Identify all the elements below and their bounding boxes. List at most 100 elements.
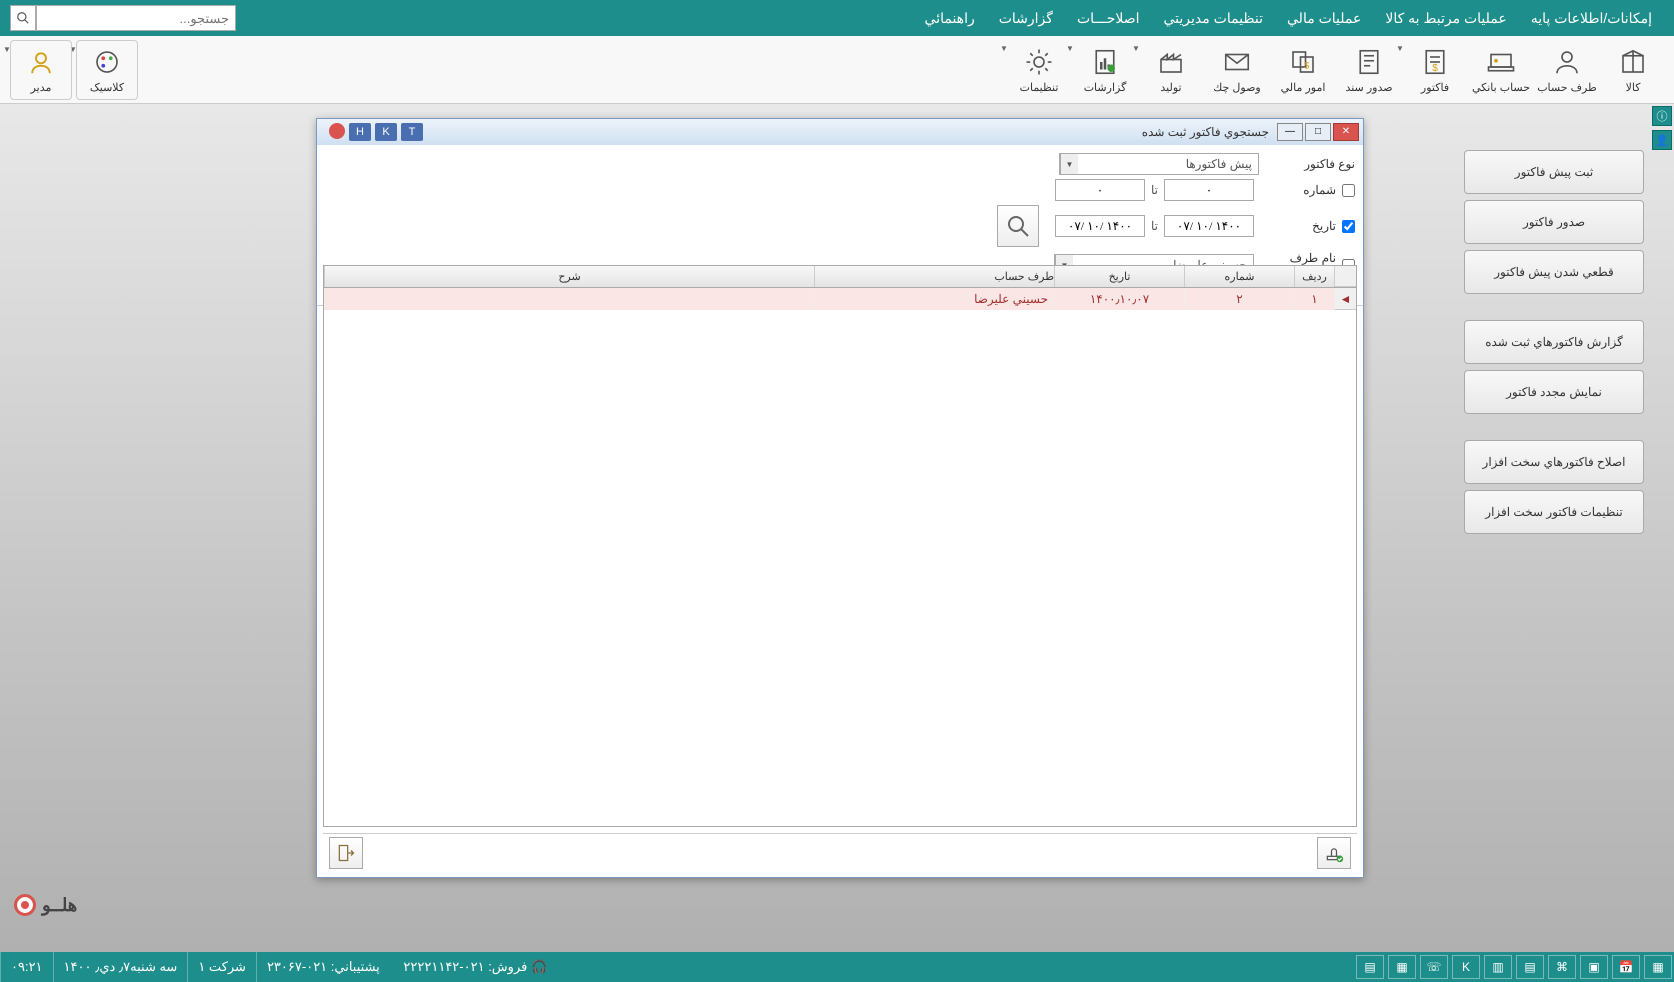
ribbon-report[interactable]: ▼گزارشات [1074,40,1136,100]
status-icons: ▦ 📅 ▣ ⌘ ▤ ▥ K ☏ ▦ ▤ [1354,955,1674,979]
ribbon-label: فاکتور [1421,81,1449,94]
window-badges: T K H [323,123,423,141]
status-icon-share[interactable]: ⌘ [1548,955,1576,979]
exit-button[interactable] [329,837,363,869]
col-hesab[interactable]: طرف حساب [814,266,1054,287]
col-shomare[interactable]: شماره [1184,266,1294,287]
status-icon-phone[interactable]: ☏ [1420,955,1448,979]
app-logo-text: هلــو [42,895,77,916]
side-button-7[interactable]: اصلاح فاکتورهاي سخت افزار [1464,440,1644,484]
ribbon-gear[interactable]: ▼تنظیمات [1008,40,1070,100]
menu-item-1[interactable]: عملیات مرتبط به کالا [1373,0,1518,36]
date-to-input[interactable] [1055,215,1145,237]
main-menu-bar: إمكانات/اطلاعات پایه عملیات مرتبط به کال… [0,0,1674,36]
window-close-button[interactable]: ✕ [1333,123,1359,141]
status-icon-calendar[interactable]: 📅 [1612,955,1640,979]
stamp-icon [1324,843,1344,863]
window-minimize-button[interactable]: — [1277,123,1303,141]
ribbon-label: وصول چك [1213,81,1260,94]
type-dropdown-value: پیش فاکتورها [1078,157,1258,171]
window-titlebar[interactable]: ✕ □ — جستجوي فاکتور ثبت شده T K H [317,119,1363,145]
ribbon-cheque[interactable]: وصول چك [1206,40,1268,100]
badge-k[interactable]: K [375,123,397,141]
svg-text:$: $ [1432,63,1438,74]
sep-to-1: تا [1151,183,1158,197]
ribbon-money[interactable]: $امور مالي [1272,40,1334,100]
factory-icon [1154,45,1188,79]
ribbon-box[interactable]: کالا [1602,40,1664,100]
ribbon-doc[interactable]: صدور سند [1338,40,1400,100]
menu-item-3[interactable]: تنظیمات مدیریتي [1151,0,1275,36]
search-button[interactable] [10,5,36,31]
menu-item-4[interactable]: اصلاحـــات [1065,0,1152,36]
side-button-2[interactable]: قطعي شدن پیش فاکتور [1464,250,1644,294]
status-icon-map[interactable]: ▣ [1580,955,1608,979]
ribbon-bank[interactable]: حساب بانکي [1470,40,1532,100]
invoice-search-window: ✕ □ — جستجوي فاکتور ثبت شده T K H نوع فا… [316,118,1364,878]
status-icon-print[interactable]: ▤ [1356,955,1384,979]
ribbon-user[interactable]: ▼مدیر [10,40,72,100]
workspace: ⓘ 👤 ثبت پیش فاکتور صدور فاکتور قطعي شدن پی… [0,104,1674,952]
ribbon-invoice[interactable]: ▼$فاکتور [1404,40,1466,100]
menu-item-6[interactable]: راهنمائي [913,0,987,36]
side-button-4[interactable]: گزارش فاکتورهاي ثبت شده [1464,320,1644,364]
ribbon-label: تولید [1160,81,1181,94]
col-sharh[interactable]: شرح [324,266,814,287]
ribbon-label: تنظیمات [1020,81,1059,94]
grid-row[interactable]: ◄١٢١۴٠٠٫١٠٫٠٧حسیني علیرضا [324,288,1356,310]
cell-radif: ١ [1294,288,1334,310]
side-tool-user-icon[interactable]: 👤 [1652,130,1672,150]
ribbon-palette[interactable]: ▼کلاسیک [76,40,138,100]
search-execute-button[interactable] [997,205,1039,247]
ribbon-person[interactable]: طرف حساب [1536,40,1598,100]
side-button-0[interactable]: ثبت پیش فاکتور [1464,150,1644,194]
status-icon-calendar2[interactable]: ▦ [1388,955,1416,979]
side-button-1[interactable]: صدور فاکتور [1464,200,1644,244]
badge-t[interactable]: T [401,123,423,141]
window-title: جستجوي فاکتور ثبت شده [321,125,1275,139]
ribbon-label: گزارشات [1084,81,1127,94]
app-logo: هلــو [14,894,77,916]
window-maximize-button[interactable]: □ [1305,123,1331,141]
status-icon-k[interactable]: K [1452,955,1480,979]
search-icon [16,11,30,25]
badge-h[interactable]: H [349,123,371,141]
side-tools: ⓘ 👤 [1650,106,1672,154]
number-from-input[interactable] [1164,179,1254,201]
ribbon-label: حساب بانکي [1472,81,1530,94]
ribbon-label: طرف حساب [1537,81,1597,94]
search-input[interactable] [36,5,236,31]
number-to-input[interactable] [1055,179,1145,201]
label-type: نوع فاکتور [1265,157,1355,171]
side-button-8[interactable]: تنظیمات فاکتور سخت افزار [1464,490,1644,534]
chevron-down-icon: ▼ [3,45,11,54]
type-dropdown[interactable]: پیش فاکتورها ▼ [1059,153,1259,175]
menu-item-2[interactable]: عملیات مالي [1275,0,1373,36]
status-icon-note[interactable]: ▤ [1516,955,1544,979]
cell-hesab: حسیني علیرضا [814,288,1054,310]
number-checkbox[interactable] [1342,184,1355,197]
chevron-down-icon: ▼ [1060,154,1078,174]
window-logo-icon [329,123,345,139]
menu-item-5[interactable]: گزارشات [987,0,1065,36]
status-company: شرکت ١ [187,952,256,982]
status-icon-grid[interactable]: ▦ [1644,955,1672,979]
money-icon: $ [1286,45,1320,79]
ribbon-factory[interactable]: ▼تولید [1140,40,1202,100]
sep-to-2: تا [1151,219,1158,233]
stamp-button[interactable] [1317,837,1351,869]
menu-item-0[interactable]: إمكانات/اطلاعات پایه [1519,0,1664,36]
svg-text:$: $ [1304,60,1309,70]
user-icon [24,45,58,79]
gear-icon [1022,45,1056,79]
report-icon [1088,45,1122,79]
date-checkbox[interactable] [1342,220,1355,233]
side-tool-info-icon[interactable]: ⓘ [1652,106,1672,126]
side-button-5[interactable]: نمایش مجدد فاکتور [1464,370,1644,414]
col-radif[interactable]: ردیف [1294,266,1334,287]
status-icon-book[interactable]: ▥ [1484,955,1512,979]
exit-icon [336,843,356,863]
date-from-input[interactable] [1164,215,1254,237]
col-tarikh[interactable]: تاریخ [1054,266,1184,287]
ribbon-label: صدور سند [1345,81,1392,94]
